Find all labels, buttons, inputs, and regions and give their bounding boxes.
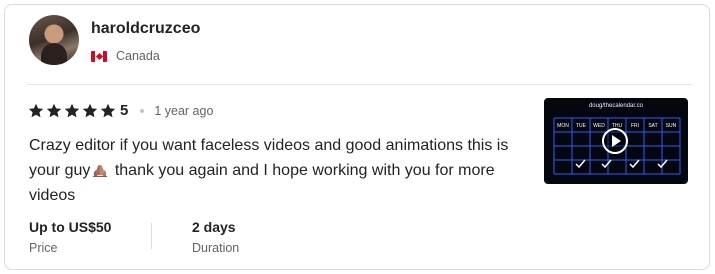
thumbnail-day-label: WED — [593, 123, 605, 129]
duration-value: 2 days — [192, 219, 236, 235]
thumbnail-day-label: FRI — [631, 123, 639, 129]
folded-hands-emoji-icon — [93, 164, 108, 177]
thumbnail-day-label: MON — [557, 123, 569, 129]
video-thumbnail[interactable]: doug/thecalendar.co MON TUE WED THU FRI SAT SU… — [544, 98, 688, 184]
country-label: Canada — [116, 49, 160, 63]
checkmark-icon — [575, 159, 586, 169]
canada-flag-icon — [91, 50, 107, 62]
star-icon — [64, 103, 80, 117]
star-icon — [46, 103, 62, 117]
avatar[interactable] — [29, 15, 79, 65]
review-time: 1 year ago — [154, 103, 214, 118]
reviewer-country: Canada — [91, 49, 160, 63]
rating-row: 5 1 year ago — [28, 102, 213, 119]
meta-divider — [151, 223, 152, 249]
separator-dot — [140, 108, 145, 113]
star-rating — [28, 103, 116, 119]
play-icon[interactable] — [602, 128, 628, 154]
thumbnail-title: doug/thecalendar.co — [589, 103, 644, 109]
thumbnail-day-label: TUE — [576, 123, 587, 129]
price-label: Price — [29, 241, 58, 255]
rating-score: 5 — [120, 102, 129, 119]
thumbnail-day-label: SAT — [648, 123, 657, 129]
star-icon — [82, 103, 98, 117]
thumbnail-day-label: SUN — [666, 123, 677, 129]
star-icon — [100, 103, 116, 117]
duration-label: Duration — [192, 241, 240, 255]
reviewer-username[interactable]: haroldcruzceo — [91, 20, 200, 38]
price-value: Up to US$50 — [29, 219, 112, 235]
review-text: Crazy editor if you want faceless videos… — [29, 133, 529, 208]
star-icon — [28, 103, 44, 117]
review-card: haroldcruzceo Canada 5 1 year ago Crazy … — [4, 4, 710, 270]
header-divider — [27, 84, 692, 85]
price-info: Up to US$50 Price — [29, 219, 111, 255]
duration-info: 2 days Duration — [192, 219, 239, 255]
checkmark-icon — [601, 159, 612, 169]
checkmark-icon — [629, 159, 640, 169]
